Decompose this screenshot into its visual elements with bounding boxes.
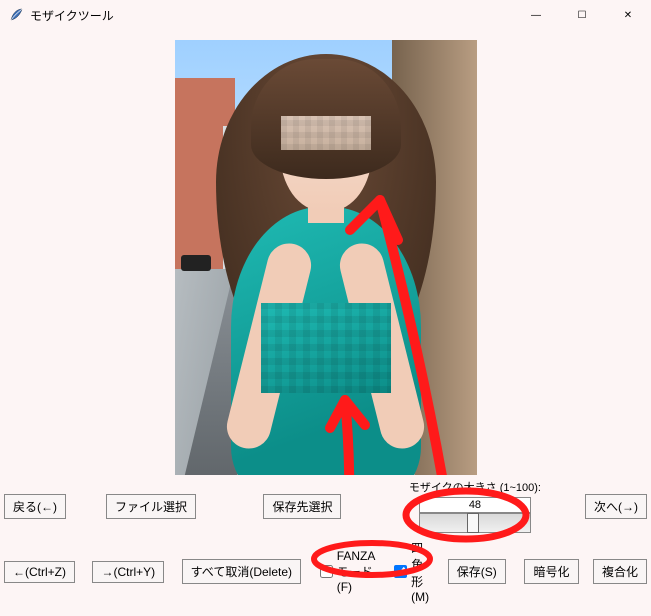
save-button[interactable]: 保存(S) — [448, 559, 506, 584]
maximize-button[interactable]: ☐ — [559, 0, 605, 30]
canvas-area[interactable] — [0, 30, 651, 528]
app-icon — [8, 7, 24, 23]
mosaic-size-block: モザイクの大きさ (1~100): 48 — [409, 479, 541, 533]
fanza-mode-checkbox[interactable]: FANZAモード(F) — [320, 549, 376, 594]
titlebar: モザイクツール — ☐ ✕ — [0, 0, 651, 30]
rectangle-checkbox[interactable]: 四角形(M) — [394, 539, 429, 604]
file-select-button[interactable]: ファイル選択 — [106, 494, 196, 519]
fanza-mode-label: FANZAモード(F) — [337, 549, 376, 594]
close-button[interactable]: ✕ — [605, 0, 651, 30]
mosaic-size-slider[interactable] — [419, 513, 531, 533]
rectangle-input[interactable] — [394, 565, 407, 578]
rectangle-label: 四角形(M) — [411, 539, 429, 604]
back-button[interactable]: 戻る(←) — [4, 494, 66, 519]
image-bg-car — [181, 255, 211, 271]
window-title: モザイクツール — [30, 7, 114, 24]
mosaic-region[interactable] — [261, 303, 391, 393]
control-panel: 戻る(←) ファイル選択 保存先選択 モザイクの大きさ (1~100): 48 … — [0, 475, 651, 616]
mosaic-region[interactable] — [281, 116, 371, 150]
redo-button[interactable]: →(Ctrl+Y) — [92, 561, 164, 583]
mosaic-size-label: モザイクの大きさ (1~100): — [409, 479, 541, 495]
encrypt-button[interactable]: 暗号化 — [524, 559, 578, 584]
preview-image[interactable] — [175, 40, 477, 518]
undo-button[interactable]: ←(Ctrl+Z) — [4, 561, 75, 583]
save-dest-button[interactable]: 保存先選択 — [263, 494, 341, 519]
next-button[interactable]: 次へ(→) — [585, 494, 647, 519]
cancel-all-button[interactable]: すべて取消(Delete) — [182, 559, 301, 584]
window-controls: — ☐ ✕ — [513, 0, 651, 30]
slider-thumb[interactable] — [467, 513, 479, 533]
fanza-mode-input[interactable] — [320, 565, 333, 578]
composite-button[interactable]: 複合化 — [593, 559, 647, 584]
minimize-button[interactable]: — — [513, 0, 559, 30]
mosaic-size-value[interactable]: 48 — [419, 497, 531, 513]
